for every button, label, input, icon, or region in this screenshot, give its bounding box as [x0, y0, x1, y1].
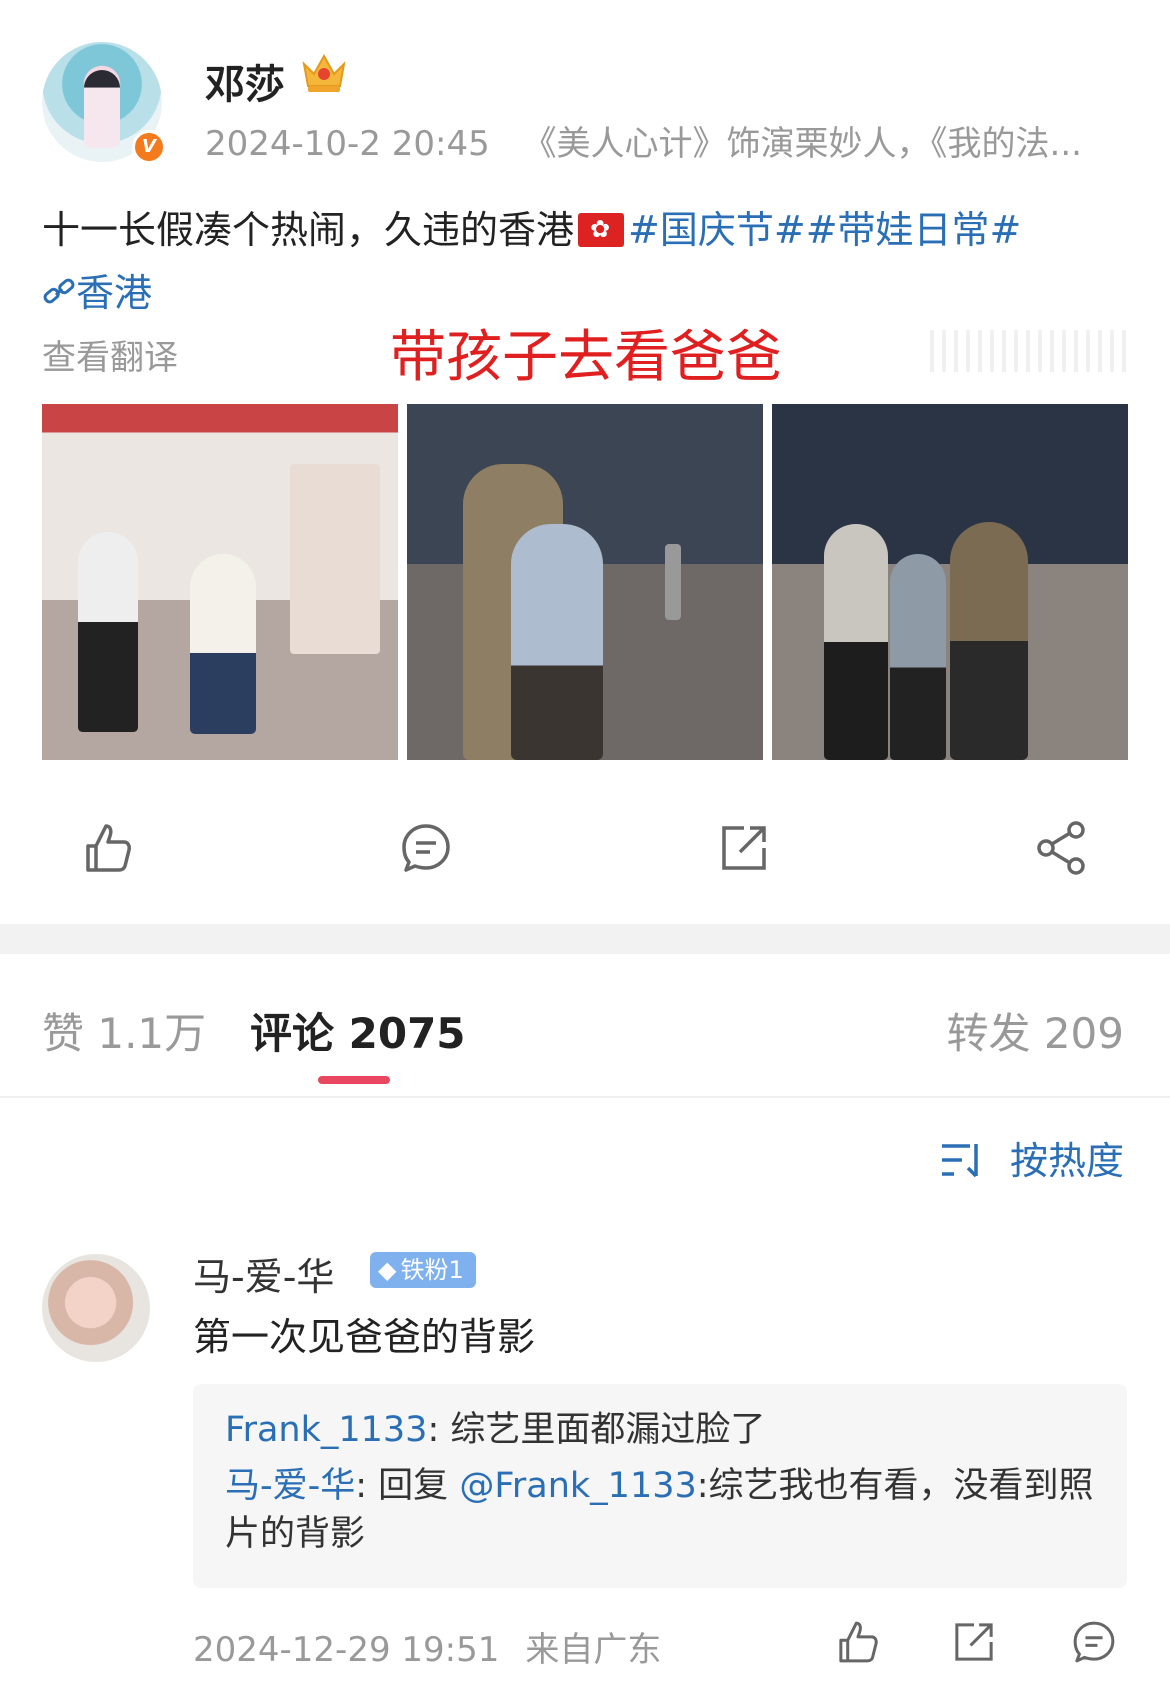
- post-action-bar: [0, 800, 1170, 890]
- comment-repost-icon[interactable]: [950, 1618, 998, 1666]
- photo-1-man: [78, 532, 138, 732]
- tab-reposts[interactable]: 转发 209: [946, 1000, 1124, 1061]
- photo-3-man: [950, 522, 1028, 760]
- photo-grid: [42, 404, 1128, 760]
- reply-1-text: : 综艺里面都漏过脸了: [427, 1410, 766, 1450]
- photo-3-woman: [824, 524, 888, 760]
- reply-2-mention[interactable]: @Frank_1133: [459, 1466, 696, 1506]
- comment-meta: 2024-12-29 19:51 来自广东: [193, 1622, 661, 1671]
- overlay-caption: 带孩子去看爸爸: [390, 325, 782, 390]
- comment-time: 2024-12-29 19:51: [193, 1630, 500, 1670]
- tab-comments[interactable]: 评论 2075: [250, 1000, 466, 1061]
- comment-like-icon[interactable]: [834, 1618, 882, 1666]
- reply-thread[interactable]: Frank_1133: 综艺里面都漏过脸了 马-爱-华: 回复 @Frank_1…: [193, 1384, 1127, 1588]
- post-body: 十一长假凑个热闹，久违的香港 #国庆节##带娃日常#: [42, 200, 1132, 260]
- photo-2[interactable]: [407, 404, 763, 760]
- photo-3-boy: [890, 554, 946, 760]
- photo-2-bollard: [665, 544, 681, 620]
- active-tab-indicator: [318, 1076, 390, 1084]
- link-icon: [43, 278, 75, 304]
- reply-1-user[interactable]: Frank_1133: [225, 1410, 427, 1450]
- location-link[interactable]: 香港: [42, 262, 152, 317]
- post-meta: 2024-10-2 20:45 《美人心计》饰演栗妙人，《我的法...: [205, 116, 1082, 165]
- reply-2: 马-爱-华: 回复 @Frank_1133:综艺我也有看，没看到照片的背影: [225, 1462, 1105, 1558]
- photo-3[interactable]: [772, 404, 1128, 760]
- diamond-icon: ◆: [378, 1256, 397, 1284]
- hashtags[interactable]: #国庆节##带娃日常#: [628, 208, 1021, 252]
- avatar-photo: [84, 70, 120, 148]
- comment-reply-icon[interactable]: [1070, 1618, 1118, 1666]
- post-date: 2024-10-2 20:45: [205, 124, 490, 164]
- verified-badge: V: [132, 130, 166, 164]
- commenter-avatar[interactable]: [42, 1254, 150, 1362]
- sort-icon: [941, 1144, 978, 1178]
- author-bio: 《美人心计》饰演栗妙人，《我的法...: [522, 124, 1082, 164]
- photo-1[interactable]: [42, 404, 398, 760]
- tab-separator: [0, 1096, 1170, 1098]
- section-divider: [0, 924, 1170, 954]
- comment-text: 第一次见爸爸的背影: [193, 1315, 536, 1359]
- fan-badge-label: 铁粉1: [400, 1256, 464, 1284]
- sort-label: 按热度: [1009, 1139, 1124, 1183]
- fan-badge: ◆ 铁粉1: [370, 1252, 476, 1288]
- tab-likes[interactable]: 赞 1.1万: [42, 1000, 206, 1061]
- sort-by-hot-button[interactable]: 按热度: [940, 1130, 1124, 1185]
- commenter-name[interactable]: 马-爱-华: [193, 1246, 334, 1301]
- reply-2-prefix: : 回复: [355, 1466, 460, 1506]
- translate-link[interactable]: 查看翻译: [42, 330, 178, 379]
- repost-icon[interactable]: [716, 820, 772, 876]
- comment-icon[interactable]: [398, 820, 454, 876]
- author-name[interactable]: 邓莎: [205, 52, 285, 110]
- reply-2-user[interactable]: 马-爱-华: [225, 1466, 355, 1506]
- post-text: 十一长假凑个热闹，久违的香港: [42, 208, 575, 252]
- crown-icon: [302, 53, 346, 92]
- share-icon[interactable]: [1034, 820, 1090, 876]
- location-label: 香港: [76, 271, 153, 315]
- photo-1-boy: [190, 554, 256, 734]
- author-avatar[interactable]: V: [42, 42, 166, 164]
- comment-location: 来自广东: [525, 1630, 662, 1670]
- like-icon[interactable]: [80, 820, 136, 876]
- photo-1-truck: [290, 464, 380, 654]
- faint-watermark: [930, 330, 1130, 372]
- photo-2-boy: [511, 524, 603, 760]
- hong-kong-flag-icon: [578, 213, 625, 247]
- reply-1: Frank_1133: 综艺里面都漏过脸了: [225, 1406, 1105, 1454]
